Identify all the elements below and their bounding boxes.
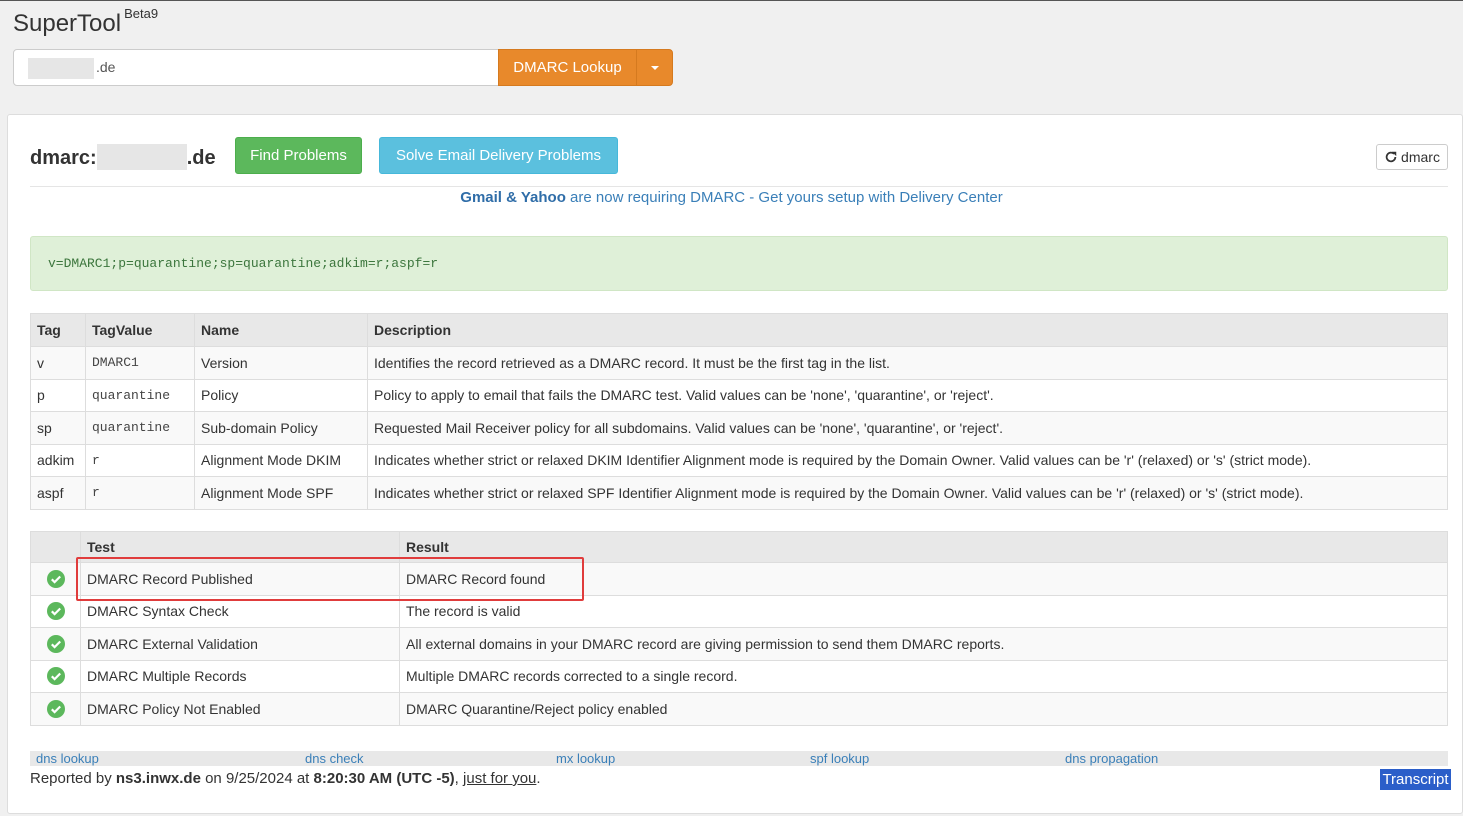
tag-table: Tag TagValue Name Description v DMARC1 V… xyxy=(30,313,1448,510)
link-dns-lookup[interactable]: dns lookup xyxy=(36,751,99,766)
check-circle-icon xyxy=(46,699,65,718)
link-mx-lookup[interactable]: mx lookup xyxy=(556,751,615,766)
tag-value-cell: quarantine xyxy=(85,411,195,445)
search-input[interactable]: .de xyxy=(13,49,499,86)
link-dns-check[interactable]: dns check xyxy=(305,751,364,766)
tag-cell: adkim xyxy=(30,443,86,477)
check-circle-icon xyxy=(46,602,65,621)
tag-value-cell: r xyxy=(85,443,195,477)
tag-cell: v xyxy=(30,346,86,380)
column-header xyxy=(30,531,81,563)
column-header: Test xyxy=(80,531,400,563)
tag-description-cell: Requested Mail Receiver policy for all s… xyxy=(367,411,1448,445)
table-row: adkim r Alignment Mode DKIM Indicates wh… xyxy=(30,443,1448,477)
status-cell xyxy=(30,692,81,726)
top-border xyxy=(0,0,1463,1)
column-header: TagValue xyxy=(85,313,195,347)
search-input-value: .de xyxy=(96,59,116,75)
tag-name-cell: Version xyxy=(194,346,368,380)
dmarc-record: v=DMARC1;p=quarantine;sp=quarantine;adki… xyxy=(30,236,1448,291)
lookup-dropdown-button[interactable] xyxy=(636,49,673,86)
redacted-domain-mask xyxy=(96,144,187,170)
test-result-cell: The record is valid xyxy=(399,594,1448,628)
status-cell xyxy=(30,594,81,628)
find-problems-button[interactable]: Find Problems xyxy=(235,137,362,174)
app-version: Beta9 xyxy=(124,6,159,21)
check-circle-icon xyxy=(46,667,65,686)
app-title[interactable]: SuperTool Beta9 xyxy=(13,6,158,38)
status-cell xyxy=(30,659,81,693)
page-title: dmarc: .de xyxy=(30,144,216,170)
caret-down-icon xyxy=(651,66,659,70)
refresh-dmarc-button[interactable]: dmarc xyxy=(1376,144,1448,170)
test-name-cell: DMARC Record Published xyxy=(80,562,400,596)
tag-name-cell: Sub-domain Policy xyxy=(194,411,368,445)
column-header: Result xyxy=(399,531,1448,563)
tag-description-cell: Indicates whether strict or relaxed SPF … xyxy=(367,476,1448,510)
table-row: sp quarantine Sub-domain Policy Requeste… xyxy=(30,411,1448,445)
table-row: DMARC Record Published DMARC Record foun… xyxy=(30,562,1448,596)
dmarc-lookup-button[interactable]: DMARC Lookup xyxy=(498,49,637,86)
table-row: aspf r Alignment Mode SPF Indicates whet… xyxy=(30,476,1448,510)
divider xyxy=(30,186,1448,187)
table-row: DMARC Policy Not Enabled DMARC Quarantin… xyxy=(30,692,1448,726)
tag-description-cell: Identifies the record retrieved as a DMA… xyxy=(367,346,1448,380)
link-dns-propagation[interactable]: dns propagation xyxy=(1065,751,1158,766)
column-header: Description xyxy=(367,313,1448,347)
tag-value-cell: DMARC1 xyxy=(85,346,195,380)
test-results-table: Test Result DMARC Record Published DMARC… xyxy=(30,531,1448,726)
column-header: Tag xyxy=(30,313,86,347)
tag-value-cell: r xyxy=(85,476,195,510)
check-circle-icon xyxy=(46,634,65,653)
link-spf-lookup[interactable]: spf lookup xyxy=(810,751,869,766)
tag-description-cell: Indicates whether strict or relaxed DKIM… xyxy=(367,443,1448,477)
test-result-cell: All external domains in your DMARC recor… xyxy=(399,627,1448,661)
test-result-cell: Multiple DMARC records corrected to a si… xyxy=(399,659,1448,693)
tag-cell: p xyxy=(30,378,86,412)
table-row: v DMARC1 Version Identifies the record r… xyxy=(30,346,1448,380)
test-name-cell: DMARC Syntax Check xyxy=(80,594,400,628)
solve-email-delivery-button[interactable]: Solve Email Delivery Problems xyxy=(379,137,618,174)
server-name: ns3.inwx.de xyxy=(115,770,201,787)
redacted-domain-mask xyxy=(28,58,94,79)
table-row: DMARC Syntax Check The record is valid xyxy=(30,594,1448,628)
just-for-you-link[interactable]: just for you xyxy=(463,770,536,787)
table-row: DMARC Multiple Records Multiple DMARC re… xyxy=(30,659,1448,693)
table-row: p quarantine Policy Policy to apply to e… xyxy=(30,378,1448,412)
status-cell xyxy=(30,562,81,596)
reported-by-line: Reported by ns3.inwx.de on 9/25/2024 at … xyxy=(30,770,541,787)
report-time: 8:20:30 AM (UTC -5) xyxy=(313,770,455,787)
app-name: SuperTool xyxy=(13,10,122,37)
tool-links-bar: dns lookup dns check mx lookup spf looku… xyxy=(30,751,1448,766)
tag-cell: aspf xyxy=(30,476,86,510)
test-name-cell: DMARC External Validation xyxy=(80,627,400,661)
check-circle-icon xyxy=(46,569,65,588)
test-result-cell: DMARC Record found xyxy=(399,562,1448,596)
tag-description-cell: Policy to apply to email that fails the … xyxy=(367,378,1448,412)
tag-name-cell: Alignment Mode SPF xyxy=(194,476,368,510)
tag-cell: sp xyxy=(30,411,86,445)
column-header: Name xyxy=(194,313,368,347)
transcript-button[interactable]: Transcript xyxy=(1380,769,1451,790)
refresh-icon xyxy=(1385,151,1397,163)
test-name-cell: DMARC Multiple Records xyxy=(80,659,400,693)
status-cell xyxy=(30,627,81,661)
tag-value-cell: quarantine xyxy=(85,378,195,412)
tag-name-cell: Alignment Mode DKIM xyxy=(194,443,368,477)
test-result-cell: DMARC Quarantine/Reject policy enabled xyxy=(399,692,1448,726)
tag-name-cell: Policy xyxy=(194,378,368,412)
table-row: DMARC External Validation All external d… xyxy=(30,627,1448,661)
promo-link[interactable]: Gmail & Yahoo are now requiring DMARC - … xyxy=(0,189,1463,206)
test-name-cell: DMARC Policy Not Enabled xyxy=(80,692,400,726)
